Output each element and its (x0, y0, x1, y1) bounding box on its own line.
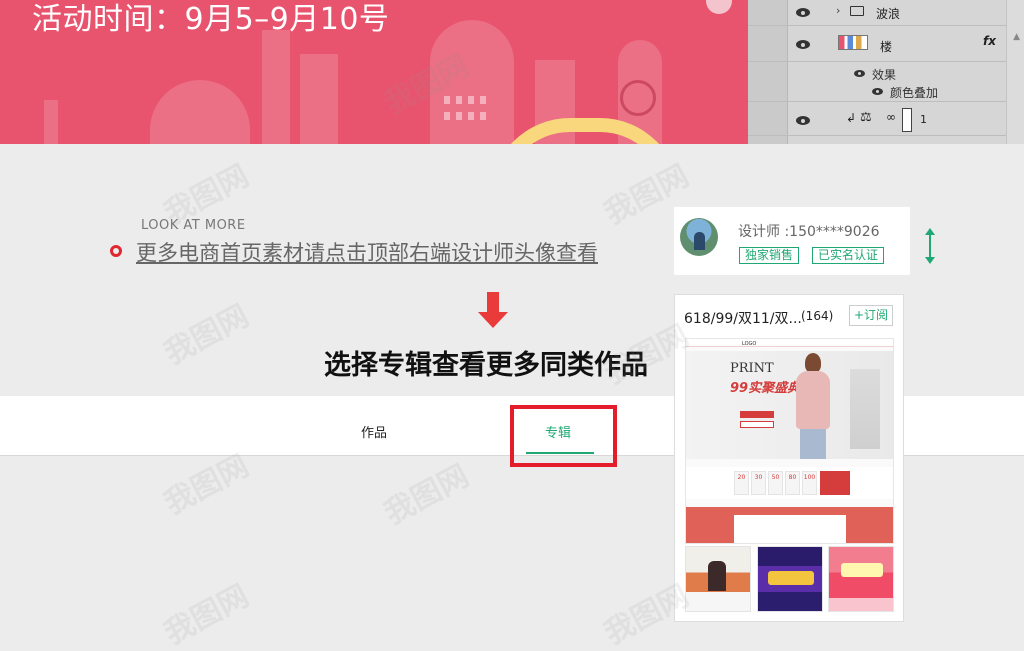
layer-effects-group: 效果 颜色叠加 (748, 62, 1006, 102)
layer-row-adjustment[interactable]: ↲ ⚖ ∞ 1 (748, 104, 1006, 136)
cover-model (792, 353, 836, 459)
layer-name: 波浪 (876, 7, 901, 21)
banner-building (262, 30, 290, 144)
banner-window (480, 96, 486, 104)
bullet-dot-icon (110, 245, 122, 257)
cover-logo: LOGO (742, 341, 757, 347)
cover-sale-text: 99实聚盛典 (730, 381, 801, 396)
coupon-highlight (820, 471, 850, 495)
album-thumbnail[interactable] (757, 546, 823, 612)
balance-icon: ⚖ (860, 110, 872, 125)
cover-coupons: 20 30 50 80 100 (686, 467, 893, 499)
banner-building (44, 100, 58, 144)
banner-window (480, 112, 486, 120)
banner-window (444, 96, 450, 104)
link-icon: ∞ (886, 110, 896, 124)
eye-icon[interactable] (796, 8, 810, 17)
album-count: (164) (801, 309, 834, 323)
look-at-more-label: LOOK AT MORE (141, 218, 246, 233)
arrow-down-icon (478, 292, 508, 336)
fx-icon[interactable]: fx (983, 34, 996, 48)
color-overlay-label: 颜色叠加 (890, 86, 939, 100)
watermark: 我图网 (158, 578, 255, 651)
subscribe-button[interactable]: +订阅 (849, 305, 893, 326)
banner-window (468, 96, 474, 104)
layer-name: 楼 (880, 40, 893, 54)
watermark: 我图网 (378, 458, 475, 532)
eye-icon[interactable] (854, 70, 865, 77)
exclusive-sale-badge: 独家销售 (739, 247, 800, 264)
cover-band-box (734, 515, 846, 543)
coupon: 20 (734, 471, 749, 495)
eye-icon[interactable] (872, 88, 883, 95)
banner-window (456, 96, 462, 104)
cover-button (740, 411, 774, 418)
designer-hint-link[interactable]: 更多电商首页素材请点击顶部右端设计师头像查看 (136, 237, 598, 267)
scroll-up-icon[interactable]: ▲ (1013, 32, 1020, 42)
album-thumbnail[interactable] (828, 546, 894, 612)
cover-shelf (850, 369, 880, 449)
coupon: 100 (802, 471, 817, 495)
cover-header: LOGO (686, 339, 893, 347)
eye-icon[interactable] (796, 116, 810, 125)
designer-name[interactable]: 设计师 :150****9026 (738, 221, 880, 241)
album-cover-image[interactable]: LOGO PRINT 99实聚盛典 20 30 50 80 100 (685, 338, 894, 544)
effects-label: 效果 (872, 68, 897, 82)
select-album-title: 选择专辑查看更多同类作品 (324, 350, 648, 381)
watermark: 我图网 (158, 298, 255, 372)
clip-arrow-icon: ↲ (846, 111, 857, 125)
folder-icon (850, 6, 864, 16)
layers-panel: › 波浪 楼 fx 效果 颜色叠加 ↲ ⚖ ∞ 1 ▲ (748, 0, 1024, 144)
layer-name: 1 (920, 113, 927, 126)
scroll-arrows-icon (925, 228, 935, 264)
banner-building (150, 80, 250, 144)
event-date-title: 活动时间：9月5–9月10号 (32, 2, 390, 37)
layer-row-wave[interactable]: › 波浪 (748, 0, 1006, 26)
cover-print-text: PRINT (730, 361, 774, 376)
banner-building (430, 20, 514, 144)
layer-thumbnail (838, 35, 868, 50)
promo-banner: 活动时间：9月5–9月10号 (0, 0, 748, 144)
banner-building (300, 54, 338, 144)
cover-button (740, 421, 774, 428)
layer-row-building[interactable]: 楼 fx (748, 26, 1006, 62)
coupon: 50 (768, 471, 783, 495)
avatar[interactable] (680, 218, 718, 256)
tab-works[interactable]: 作品 (361, 422, 387, 441)
coupon: 30 (751, 471, 766, 495)
chevron-right-icon[interactable]: › (836, 4, 840, 17)
verified-badge: 已实名认证 (812, 247, 885, 264)
album-name[interactable]: 618/99/双11/双... (684, 308, 802, 328)
banner-window (444, 112, 450, 120)
layers-scrollbar[interactable]: ▲ (1006, 0, 1024, 144)
layer-mask-thumbnail (902, 108, 912, 132)
banner-ring (620, 80, 656, 116)
coupon: 80 (785, 471, 800, 495)
banner-window (468, 112, 474, 120)
album-card[interactable]: 618/99/双11/双... (164) +订阅 LOGO PRINT 99实… (674, 294, 904, 622)
eye-icon[interactable] (796, 40, 810, 49)
banner-window (456, 112, 462, 120)
albums-tab-highlight (510, 405, 617, 467)
banner-bubble (706, 0, 732, 14)
album-thumbnail[interactable] (685, 546, 751, 612)
designer-card[interactable]: 设计师 :150****9026 独家销售 已实名认证 (674, 207, 910, 275)
